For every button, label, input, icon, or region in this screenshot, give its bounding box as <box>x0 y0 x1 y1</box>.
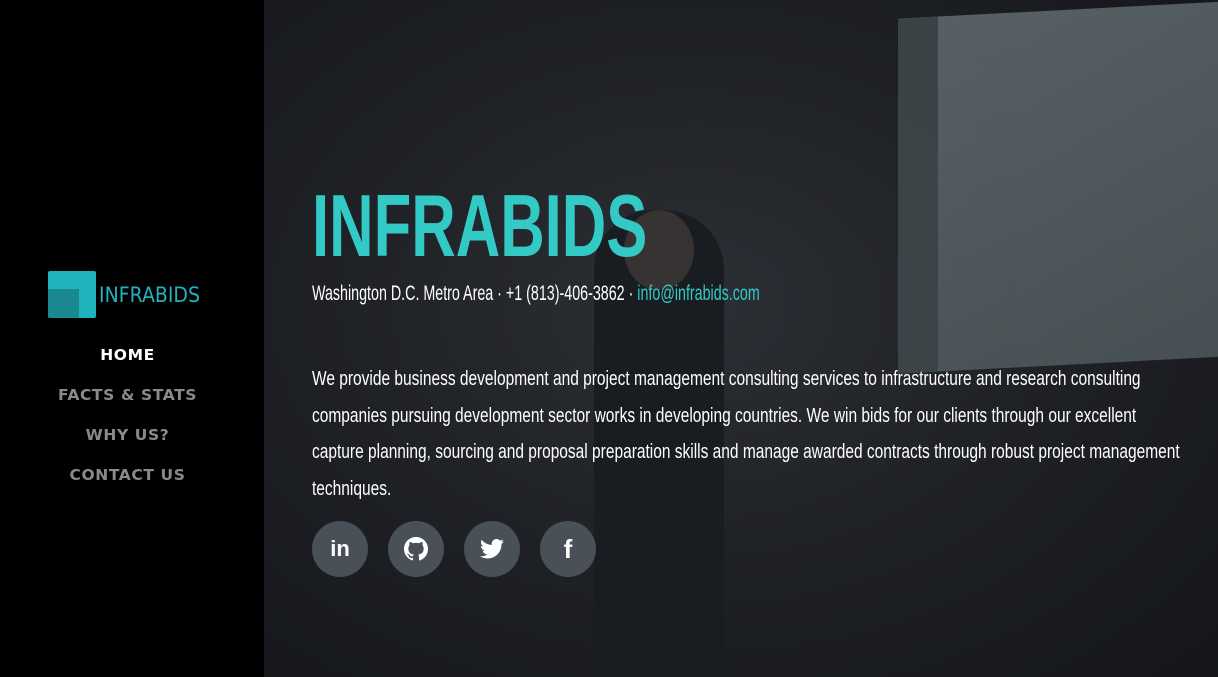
social-links: in f <box>312 521 596 577</box>
page-title: INFRABIDS <box>312 176 648 275</box>
logo-mark-icon <box>48 271 96 318</box>
email-link[interactable]: info@infrabids.com <box>637 282 759 305</box>
nav-item-contact-us[interactable]: CONTACT US <box>0 463 255 503</box>
linkedin-button[interactable]: in <box>312 521 368 577</box>
brand-name: INFRABIDS <box>99 282 200 307</box>
main-nav: HOME FACTS & STATS WHY US? CONTACT US <box>0 343 255 503</box>
description: We provide business development and proj… <box>312 368 1180 500</box>
github-button[interactable] <box>388 521 444 577</box>
nav-item-why-us[interactable]: WHY US? <box>0 423 255 463</box>
location: Washington D.C. Metro Area <box>312 282 494 305</box>
separator: · <box>624 282 638 305</box>
contact-line: Washington D.C. Metro Area · +1 (813)-40… <box>312 282 760 306</box>
phone: +1 (813)-406-3862 <box>505 282 625 305</box>
twitter-icon <box>480 538 504 559</box>
twitter-button[interactable] <box>464 521 520 577</box>
nav-item-facts-stats[interactable]: FACTS & STATS <box>0 383 255 423</box>
separator: · <box>493 282 506 305</box>
nav-item-home[interactable]: HOME <box>0 343 255 383</box>
facebook-icon: f <box>563 533 573 564</box>
sidebar: INFRABIDS HOME FACTS & STATS WHY US? CON… <box>0 0 264 677</box>
facebook-button[interactable]: f <box>540 521 596 577</box>
linkedin-icon: in <box>330 536 350 561</box>
brand-logo[interactable]: INFRABIDS <box>48 271 211 318</box>
github-icon <box>404 537 428 561</box>
